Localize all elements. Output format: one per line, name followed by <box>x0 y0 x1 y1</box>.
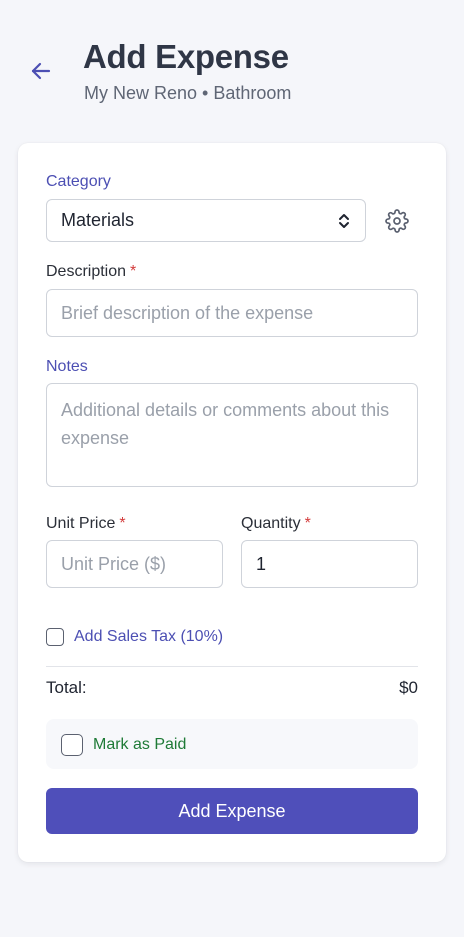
notes-label: Notes <box>46 358 88 375</box>
mark-paid-label[interactable]: Mark as Paid <box>93 736 186 754</box>
required-marker: * <box>119 515 126 532</box>
category-select-value: Materials <box>61 210 135 230</box>
description-input[interactable] <box>46 289 418 337</box>
quantity-input[interactable] <box>241 540 418 588</box>
unit-price-label: Unit Price * <box>46 515 126 532</box>
chevron-up-down-icon <box>339 213 349 228</box>
notes-textarea[interactable] <box>46 383 418 487</box>
description-label: Description * <box>46 263 137 280</box>
arrow-left-icon <box>31 62 51 80</box>
category-select[interactable]: Materials <box>46 199 366 242</box>
page-header: Add Expense My New Reno • Bathroom <box>0 0 464 140</box>
back-button[interactable] <box>26 56 56 86</box>
required-marker: * <box>304 515 311 532</box>
gear-icon <box>385 209 409 233</box>
quantity-label: Quantity * <box>241 515 311 532</box>
mark-paid-checkbox[interactable] <box>61 734 83 756</box>
unit-price-input[interactable] <box>46 540 223 588</box>
expense-form-card: Category Materials Description* Notes Un… <box>18 143 446 862</box>
total-value: $0 <box>399 678 418 697</box>
page-subtitle: My New Reno • Bathroom <box>84 83 292 103</box>
category-label: Category <box>46 173 111 190</box>
mark-paid-section: Mark as Paid <box>46 719 418 769</box>
total-label: Total: <box>46 678 87 697</box>
sales-tax-label[interactable]: Add Sales Tax (10%) <box>74 628 223 646</box>
category-settings-button[interactable] <box>383 207 411 235</box>
sales-tax-checkbox[interactable] <box>46 628 64 646</box>
add-expense-button[interactable]: Add Expense <box>46 788 418 834</box>
page-title: Add Expense <box>83 38 289 75</box>
required-marker: * <box>130 263 137 280</box>
divider <box>46 666 418 667</box>
